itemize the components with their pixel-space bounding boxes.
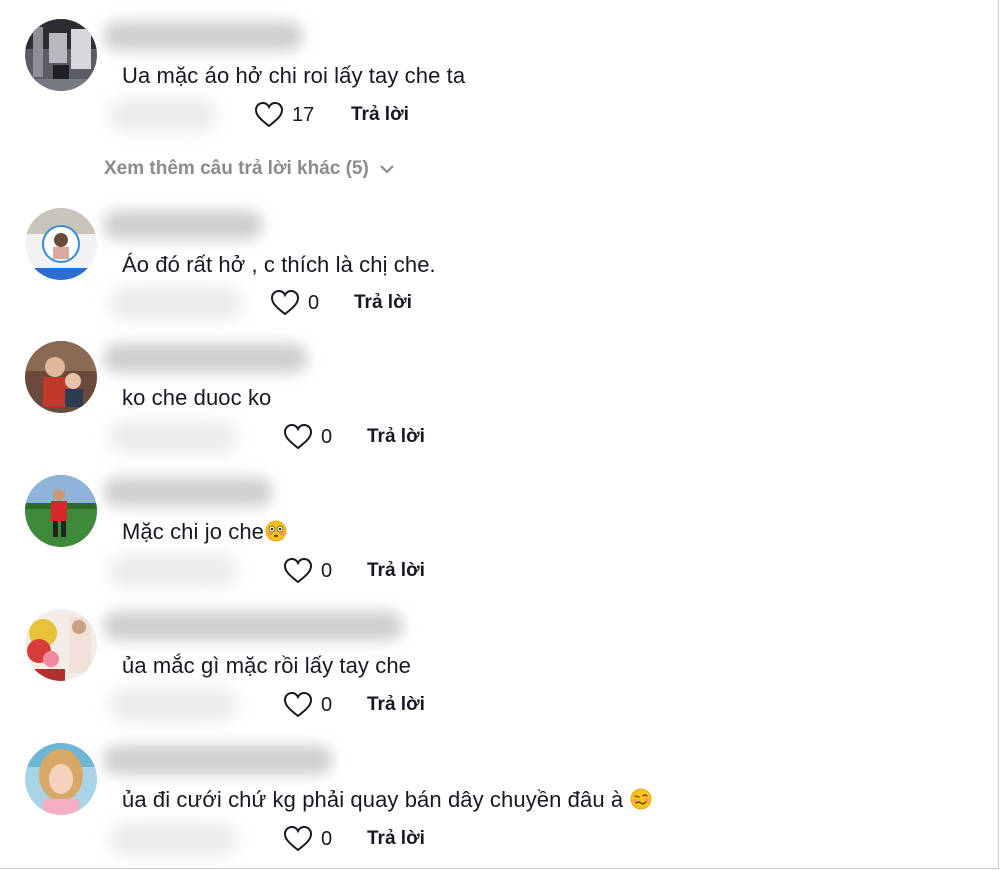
comment-date-blurred (108, 554, 238, 588)
comment-date-blurred (108, 822, 238, 856)
reply-button[interactable]: Trả lời (367, 828, 425, 850)
comment-date-blurred (108, 688, 238, 722)
heart-icon (270, 289, 300, 316)
reply-button[interactable]: Trả lời (367, 426, 425, 448)
reply-button[interactable]: Trả lời (367, 694, 425, 716)
comment-text: Áo đó rất hở , c thích là chị che. (122, 252, 436, 277)
user-avatar[interactable] (25, 743, 97, 815)
heart-icon (283, 825, 313, 852)
user-avatar[interactable] (25, 19, 97, 91)
heart-icon (283, 423, 313, 450)
heart-icon (283, 557, 313, 584)
view-more-replies[interactable]: Xem thêm câu trả lời khác (5) (104, 158, 395, 180)
like-count: 0 (321, 693, 333, 716)
like-count: 0 (321, 425, 333, 448)
user-avatar[interactable] (25, 208, 97, 280)
comment-text: ko che duoc ko (122, 385, 272, 410)
username-blurred (103, 343, 308, 373)
like-count: 0 (321, 559, 333, 582)
reply-button[interactable]: Trả lời (351, 104, 409, 126)
like-count: 0 (321, 827, 333, 850)
user-avatar[interactable] (25, 475, 97, 547)
username-blurred (103, 477, 273, 507)
comment-date-blurred (108, 98, 218, 132)
like-button[interactable]: 0 (283, 423, 332, 451)
like-button[interactable]: 0 (283, 825, 332, 853)
comment-date-blurred (108, 420, 238, 454)
like-button[interactable]: 0 (270, 289, 319, 317)
comment-date-blurred (108, 286, 243, 320)
comment-text: Mặc chi jo che (122, 519, 287, 545)
reply-button[interactable]: Trả lời (354, 292, 412, 314)
user-avatar[interactable] (25, 609, 97, 681)
user-avatar[interactable] (25, 341, 97, 413)
like-count: 17 (292, 103, 315, 126)
like-button[interactable]: 0 (283, 691, 332, 719)
comment-text: ủa đi cưới chứ kg phải quay bán dây chuy… (122, 787, 652, 813)
comment-text-content: ủa đi cưới chứ kg phải quay bán dây chuy… (122, 787, 624, 812)
heart-icon (283, 691, 313, 718)
comment-text: Ua mặc áo hở chi roi lấy tay che ta (122, 63, 466, 88)
reply-button[interactable]: Trả lời (367, 560, 425, 582)
like-button[interactable]: 0 (283, 557, 332, 585)
username-blurred (103, 210, 263, 240)
chevron-down-icon (380, 165, 394, 174)
woozy-face-emoji (631, 788, 652, 810)
flushed-face-emoji (265, 520, 287, 542)
comment-text-content: Mặc chi jo che (122, 519, 265, 544)
comment-text: ủa mắc gì mặc rồi lấy tay che (122, 653, 412, 678)
username-blurred (103, 21, 303, 51)
like-count: 0 (308, 291, 320, 314)
username-blurred (103, 611, 403, 641)
heart-icon (254, 101, 284, 128)
username-blurred (103, 745, 333, 775)
like-button[interactable]: 17 (254, 101, 314, 129)
view-more-label: Xem thêm câu trả lời khác (5) (104, 158, 369, 179)
